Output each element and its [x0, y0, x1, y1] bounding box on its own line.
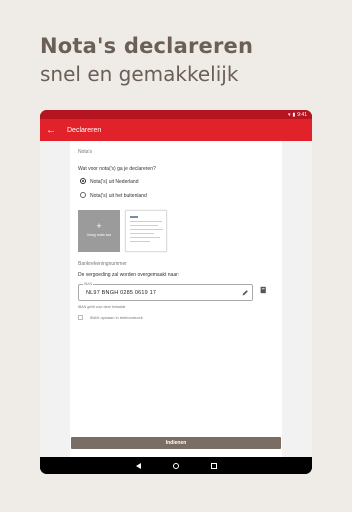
nav-back-icon[interactable]: [135, 462, 141, 469]
android-nav-bar: [40, 457, 312, 474]
nav-recents-icon[interactable]: [210, 462, 217, 469]
iban-value[interactable]: NL97 BNGH 0285 0619 17: [86, 290, 156, 296]
radio-nederland-label[interactable]: Nota('s) uit Nederland: [90, 179, 138, 185]
add-nota-tile[interactable]: + Voeg nota toe: [78, 210, 120, 252]
content-area: Nota's Wat voor nota('s) ga je declarere…: [40, 141, 312, 457]
promo-headline: Nota's declareren snel en gemakkelijk: [40, 32, 253, 87]
contacts-book-icon[interactable]: [259, 286, 267, 294]
iban-legend: IBAN: [83, 282, 94, 286]
radio-buitenland-label[interactable]: Nota('s) uit het buitenland: [90, 193, 147, 199]
save-iban-label: IBAN opslaan in telefoonboek: [90, 315, 143, 320]
radio-buitenland[interactable]: [80, 192, 86, 198]
pencil-icon[interactable]: [241, 289, 249, 297]
radio-nederland[interactable]: [80, 178, 86, 184]
promo-subtitle: snel en gemakkelijk: [40, 62, 239, 86]
app-bar-title: Declareren: [67, 126, 102, 134]
wifi-icon: ▾: [287, 111, 291, 118]
submit-button[interactable]: Indienen: [71, 437, 281, 449]
section-bank-heading: Bankrekeningnummer: [78, 261, 127, 267]
transfer-text: De vergoeding zal worden overgemaakt naa…: [78, 272, 180, 278]
iban-hint: IBAN geldt voor deze betaalde: [78, 305, 126, 309]
tablet-frame: ▾ ▮ 9:41 ← Declareren Nota's Wat voor no…: [40, 110, 312, 474]
status-time: 9:41: [297, 111, 307, 118]
save-iban-checkbox[interactable]: [78, 315, 83, 320]
declaration-form: Nota's Wat voor nota('s) ga je declarere…: [70, 141, 282, 457]
iban-field[interactable]: IBAN NL97 BNGH 0285 0619 17: [78, 282, 253, 301]
add-nota-label: Voeg nota toe: [86, 232, 112, 237]
nav-home-icon[interactable]: [172, 462, 179, 469]
question-label: Wat voor nota('s) ga je declareren?: [78, 166, 156, 172]
section-notas-heading: Nota's: [78, 149, 93, 155]
promo-title: Nota's declareren: [40, 34, 254, 58]
status-bar: ▾ ▮ 9:41: [40, 110, 312, 119]
battery-icon: ▮: [292, 111, 296, 118]
plus-icon: +: [96, 221, 102, 231]
app-bar: ← Declareren: [40, 119, 312, 141]
nota-thumbnail[interactable]: [125, 210, 167, 252]
back-arrow-icon[interactable]: ←: [40, 125, 62, 136]
